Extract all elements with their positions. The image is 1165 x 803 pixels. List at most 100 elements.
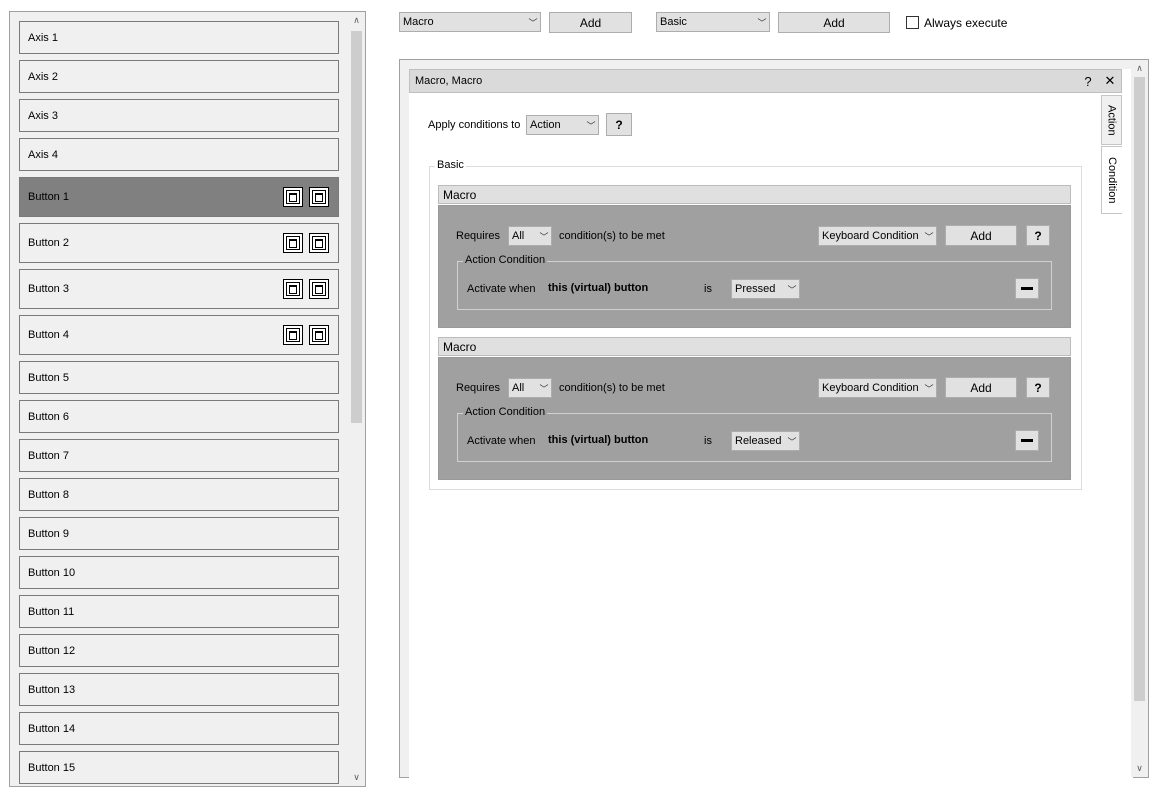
condition-count-text: condition(s) to be met [559,230,665,242]
chevron-down-icon: ﹀ [787,436,797,447]
input-item-label: Axis 1 [28,31,58,44]
chevron-down-icon: ﹀ [757,17,767,28]
condition-count-text: condition(s) to be met [559,382,665,394]
input-item[interactable]: Button 11 [19,595,339,628]
input-list: Axis 1 Axis 2 Axis 3 Axis 4 Button 1 Button 2… [10,12,348,786]
condition-help-button[interactable]: ? [1026,225,1050,246]
input-item[interactable]: Button 8 [19,478,339,511]
input-item[interactable]: Button 6 [19,400,339,433]
input-item[interactable]: Button 12 [19,634,339,667]
input-item[interactable]: Button 4 [19,315,339,355]
input-item-label: Button 12 [28,644,76,657]
condition-subject: this (virtual) button [548,282,649,294]
action-type-select[interactable]: Macro ﹀ [399,12,541,32]
input-item[interactable]: Button 14 [19,712,339,745]
macro-keyboard-icon [309,187,329,207]
input-item[interactable]: Button 9 [19,517,339,550]
input-list-scrollbar[interactable]: ∧ ∨ [348,12,365,786]
add-container-button[interactable]: Add [778,12,890,33]
requires-select[interactable]: All ﹀ [508,226,552,246]
input-item-label: Button 9 [28,527,69,540]
macro-keyboard-icon [283,325,303,345]
condition-type-select[interactable]: Keyboard Condition ﹀ [818,378,937,398]
input-item[interactable]: Button 10 [19,556,339,589]
input-item-icons [283,279,329,299]
input-item-icons [283,187,329,207]
macro-keyboard-icon [309,325,329,345]
input-item[interactable]: Button 7 [19,439,339,472]
action-condition-title: Action Condition [463,406,548,418]
input-item-label: Button 15 [28,761,76,774]
requires-value: All [512,382,525,394]
input-item-label: Button 7 [28,449,69,462]
input-item[interactable]: Button 2 [19,223,339,263]
input-item-label: Button 8 [28,488,69,501]
macro-keyboard-icon [309,279,329,299]
input-item-label: Axis 4 [28,148,58,161]
chevron-down-icon: ﹀ [539,231,549,242]
input-item[interactable]: Axis 3 [19,99,339,132]
input-item-label: Axis 3 [28,109,58,122]
macro-keyboard-icon [283,279,303,299]
tab-condition[interactable]: Condition [1101,146,1122,214]
input-item[interactable]: Button 13 [19,673,339,706]
scroll-down-icon[interactable]: ∨ [348,769,365,786]
input-item-label: Button 3 [28,283,69,295]
input-item-label: Button 5 [28,371,69,384]
input-item[interactable]: Axis 4 [19,138,339,171]
input-item-label: Button 13 [28,683,76,696]
remove-condition-button[interactable] [1015,430,1039,451]
tab-action[interactable]: Action [1101,95,1122,145]
action-condition-group: Action Condition Activate when this (vir… [457,254,1052,310]
scroll-down-icon[interactable]: ∨ [1131,760,1148,777]
is-label: is [704,283,712,295]
input-item[interactable]: Button 3 [19,269,339,309]
macro-keyboard-icon [309,233,329,253]
input-item[interactable]: Button 1 [19,177,339,217]
macro-block-body: Requires All ﹀ condition(s) to be met Ke… [438,205,1071,328]
action-editor-scrollbar[interactable]: ∧ ∨ [1131,60,1148,777]
condition-subject: this (virtual) button [548,434,649,446]
minus-icon [1021,287,1033,290]
help-icon[interactable]: ? [1077,74,1099,89]
input-item[interactable]: Button 5 [19,361,339,394]
always-execute-checkbox[interactable] [906,16,919,29]
button-state-select[interactable]: Pressed ﹀ [731,279,800,299]
add-condition-button[interactable]: Add [945,377,1017,398]
action-title: Macro, Macro [415,75,483,87]
remove-condition-button[interactable] [1015,278,1039,299]
close-icon[interactable]: ✕ [1099,73,1121,89]
activate-when-label: Activate when [467,283,536,295]
input-item[interactable]: Axis 2 [19,60,339,93]
add-action-button[interactable]: Add [549,12,632,33]
action-condition-title: Action Condition [463,254,548,266]
container-type-value: Basic [660,16,687,28]
scroll-up-icon[interactable]: ∧ [1131,60,1148,77]
apply-conditions-value: Action [530,119,561,131]
macro-block-body: Requires All ﹀ condition(s) to be met Ke… [438,357,1071,480]
input-item-label: Button 1 [28,191,69,203]
button-state-value: Pressed [735,283,776,295]
macro-keyboard-icon [283,187,303,207]
scroll-up-icon[interactable]: ∧ [348,12,365,29]
input-item[interactable]: Button 15 [19,751,339,784]
apply-conditions-help-button[interactable]: ? [606,113,632,136]
button-state-select[interactable]: Released ﹀ [731,431,800,451]
requires-label: Requires [456,230,501,242]
is-label: is [704,435,712,447]
condition-help-button[interactable]: ? [1026,377,1050,398]
condition-type-select[interactable]: Keyboard Condition ﹀ [818,226,937,246]
requires-label: Requires [456,382,501,394]
apply-conditions-select[interactable]: Action ﹀ [526,115,599,135]
requires-select[interactable]: All ﹀ [508,378,552,398]
input-item-label: Button 2 [28,237,69,249]
chevron-down-icon: ﹀ [924,383,934,394]
input-item[interactable]: Axis 1 [19,21,339,54]
action-type-value: Macro [403,16,434,28]
scroll-thumb[interactable] [1134,77,1145,701]
input-item-icons [283,233,329,253]
scroll-thumb[interactable] [351,31,362,423]
container-type-select[interactable]: Basic ﹀ [656,12,770,32]
input-item-icons [283,325,329,345]
add-condition-button[interactable]: Add [945,225,1017,246]
